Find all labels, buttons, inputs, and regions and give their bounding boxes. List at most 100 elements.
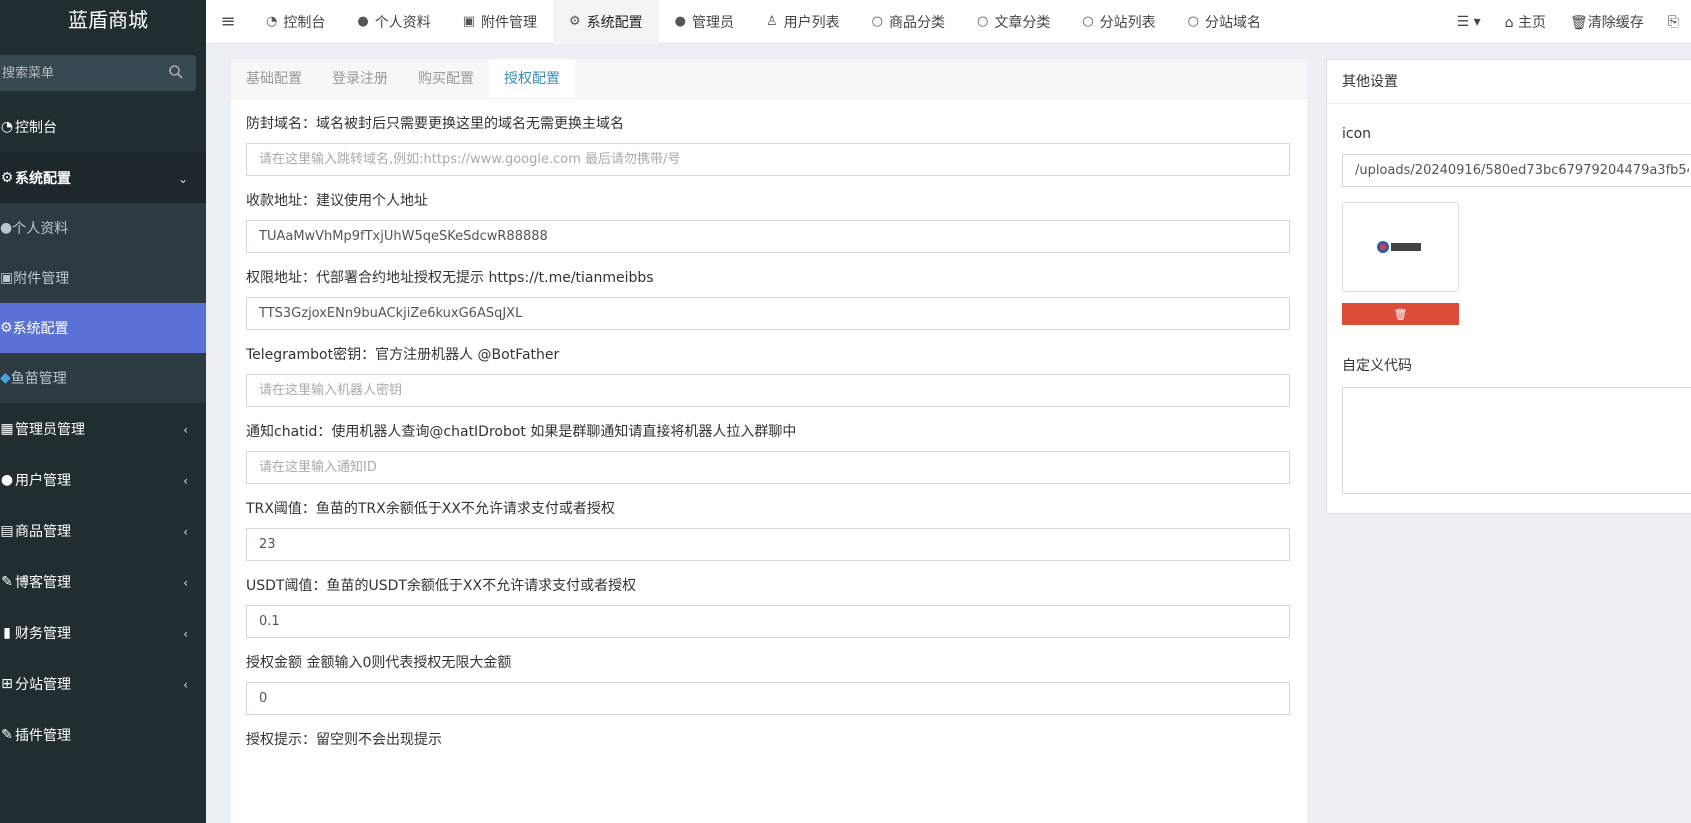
payment-address-input[interactable]	[246, 220, 1290, 253]
tab-profile[interactable]: ● 个人资料	[341, 0, 446, 44]
tab-admins[interactable]: ● 管理员	[659, 0, 750, 44]
cart-icon: ▤	[0, 522, 14, 539]
sidebar-subitem-fish[interactable]: ◆ 鱼苗管理	[0, 353, 206, 403]
sidebar-item-label: 系统配置	[15, 170, 71, 187]
config-tabs: 基础配置 登录注册 购买配置 授权配置	[231, 59, 1307, 99]
chevron-left-icon: ‹	[183, 423, 188, 437]
telegram-bot-key-input[interactable]	[246, 374, 1290, 407]
sidebar-item-label: 商品管理	[15, 523, 71, 540]
sitemap-icon: ⊞	[1, 675, 13, 692]
search-icon[interactable]	[168, 64, 184, 80]
tab-login-register[interactable]: 登录注册	[317, 59, 403, 98]
field-chat-id: 通知chatid：使用机器人查询@chatIDrobot 如果是群聊通知请直接将…	[246, 421, 1292, 484]
auth-amount-input[interactable]	[246, 682, 1290, 715]
sidebar-item-plugins[interactable]: ✎ 插件管理	[0, 709, 206, 760]
custom-code-textarea[interactable]	[1342, 387, 1691, 494]
chevron-left-icon: ‹	[183, 525, 188, 539]
field-usdt-threshold: USDT阈值：鱼苗的USDT余额低于XX不允许请求支付或者授权	[246, 575, 1292, 638]
sidebar-item-label: 控制台	[15, 119, 57, 136]
chevron-down-icon: ⌄	[177, 172, 188, 186]
tab-substation-list[interactable]: ○ 分站列表	[1066, 0, 1171, 44]
sidebar: 蓝盾商城 ◔ 控制台 ⚙ 系统配置 ⌄ ● 个人资料 ▣ 附件管理 ⚙ 系统配置…	[0, 0, 206, 823]
sidebar-subitem-label: 附件管理	[13, 271, 70, 287]
tab-auth-config[interactable]: 授权配置	[489, 59, 575, 98]
menu-search-input[interactable]	[0, 55, 196, 91]
menu-toggle-icon[interactable]: ≡	[206, 11, 250, 32]
sidebar-item-admins[interactable]: ▦ 管理员管理 ‹	[0, 403, 206, 454]
top-navbar: ≡ ◔ 控制台 ● 个人资料 ▣ 附件管理 ⚙ 系统配置 ● 管理员 ♙ 用户列表 ○ 商品分…	[206, 0, 1691, 44]
field-label: Telegrambot密钥：官方注册机器人 @BotFather	[246, 347, 560, 363]
permission-address-input[interactable]	[246, 297, 1290, 330]
field-auth-tip: 授权提示：留空则不会出现提示	[246, 729, 1292, 749]
tabs-list-icon[interactable]: ☰ ▾	[1445, 14, 1493, 30]
home-link[interactable]: ⌂ 主页	[1493, 12, 1558, 32]
chat-id-input[interactable]	[246, 451, 1290, 484]
field-label: USDT阈值：鱼苗的USDT余额低于XX不允许请求支付或者授权	[246, 578, 637, 594]
gear-icon: ⚙	[0, 320, 13, 336]
gear-icon: ⚙	[568, 14, 581, 29]
field-label: TRX阈值：鱼苗的TRX余额低于XX不允许请求支付或者授权	[246, 501, 615, 517]
tab-article-category[interactable]: ○ 文章分类	[961, 0, 1066, 44]
tab-system-config[interactable]: ⚙ 系统配置	[552, 0, 659, 44]
sidebar-item-dashboard[interactable]: ◔ 控制台	[0, 101, 206, 152]
other-settings-title: 其他设置	[1327, 60, 1691, 104]
image-icon: ▣	[462, 14, 475, 29]
site-logo-icon	[1376, 241, 1421, 253]
custom-code-label: 自定义代码	[1342, 358, 1412, 374]
sidebar-subitem-label: 个人资料	[12, 221, 69, 237]
usdt-threshold-input[interactable]	[246, 605, 1290, 638]
icon-path-input[interactable]	[1342, 154, 1691, 187]
sidebar-item-blog[interactable]: ✎ 博客管理 ‹	[0, 556, 206, 607]
field-auth-amount: 授权金额 金额输入0则代表授权无限大金额	[246, 652, 1292, 715]
field-label: 防封域名：域名被封后只需要更换这里的域名无需更换主域名	[246, 116, 624, 132]
circle-icon: ○	[871, 14, 883, 29]
auth-config-form: 防封域名：域名被封后只需要更换这里的域名无需更换主域名 收款地址：建议使用个人地…	[231, 113, 1307, 749]
trx-threshold-input[interactable]	[246, 528, 1290, 561]
fish-icon: ◆	[0, 370, 11, 386]
config-panel: 基础配置 登录注册 购买配置 授权配置 防封域名：域名被封后只需要更换这里的域名…	[231, 59, 1307, 823]
menu-search	[0, 55, 196, 91]
dashboard-icon: ◔	[266, 14, 278, 29]
tab-basic-config[interactable]: 基础配置	[231, 59, 317, 98]
app-logo[interactable]: 蓝盾商城	[0, 0, 206, 45]
circle-icon: ○	[1187, 14, 1200, 29]
book-icon: ▮	[3, 624, 11, 641]
image-icon: ▣	[0, 270, 14, 286]
sidebar-item-users[interactable]: ● 用户管理 ‹	[0, 454, 206, 505]
sidebar-item-finance[interactable]: ▮ 财务管理 ‹	[0, 607, 206, 658]
tab-purchase-config[interactable]: 购买配置	[403, 59, 489, 98]
language-icon[interactable]: ⎘	[1656, 14, 1691, 30]
sidebar-item-system-config[interactable]: ⚙ 系统配置 ⌄	[0, 152, 206, 203]
tab-dashboard[interactable]: ◔ 控制台	[250, 0, 341, 44]
icon-preview-image	[1342, 202, 1459, 292]
tab-goods-category[interactable]: ○ 商品分类	[856, 0, 961, 44]
tab-attachments[interactable]: ▣ 附件管理	[447, 0, 553, 44]
trash-icon: 🗑	[1393, 307, 1408, 321]
top-right-actions: ☰ ▾ ⌂ 主页 🗑清除缓存 ⎘	[1445, 0, 1691, 44]
field-label: 通知chatid：使用机器人查询@chatIDrobot 如果是群聊通知请直接将…	[246, 424, 797, 440]
field-anti-block-domain: 防封域名：域名被封后只需要更换这里的域名无需更换主域名	[246, 113, 1292, 176]
clear-cache-button[interactable]: 🗑清除缓存	[1558, 12, 1656, 32]
pencil-icon: ✎	[1, 726, 13, 743]
user-icon: ●	[0, 471, 14, 488]
tab-substation-domain[interactable]: ○ 分站域名	[1172, 0, 1277, 44]
sidebar-item-label: 插件管理	[15, 727, 71, 744]
other-settings-panel: 其他设置 icon 🗑 自定义代码	[1326, 59, 1691, 514]
sidebar-subitem-system-config[interactable]: ⚙ 系统配置	[0, 303, 206, 353]
sidebar-item-goods[interactable]: ▤ 商品管理 ‹	[0, 505, 206, 556]
circle-icon: ○	[1082, 14, 1094, 29]
sidebar-subitem-profile[interactable]: ● 个人资料	[0, 203, 206, 253]
sidebar-item-label: 财务管理	[15, 625, 71, 642]
chevron-left-icon: ‹	[183, 576, 188, 590]
anti-block-domain-input[interactable]	[246, 143, 1290, 176]
field-label: 授权提示：留空则不会出现提示	[246, 732, 442, 748]
field-trx-threshold: TRX阈值：鱼苗的TRX余额低于XX不允许请求支付或者授权	[246, 498, 1292, 561]
tab-user-list[interactable]: ♙ 用户列表	[750, 0, 856, 44]
icon-label: icon	[1342, 126, 1372, 142]
delete-icon-button[interactable]: 🗑	[1342, 303, 1459, 325]
sidebar-subitem-attachments[interactable]: ▣ 附件管理	[0, 253, 206, 303]
chevron-left-icon: ‹	[183, 678, 188, 692]
sidebar-item-substations[interactable]: ⊞ 分站管理 ‹	[0, 658, 206, 709]
field-telegram-bot-key: Telegrambot密钥：官方注册机器人 @BotFather	[246, 344, 1292, 407]
circle-icon: ○	[976, 14, 989, 29]
